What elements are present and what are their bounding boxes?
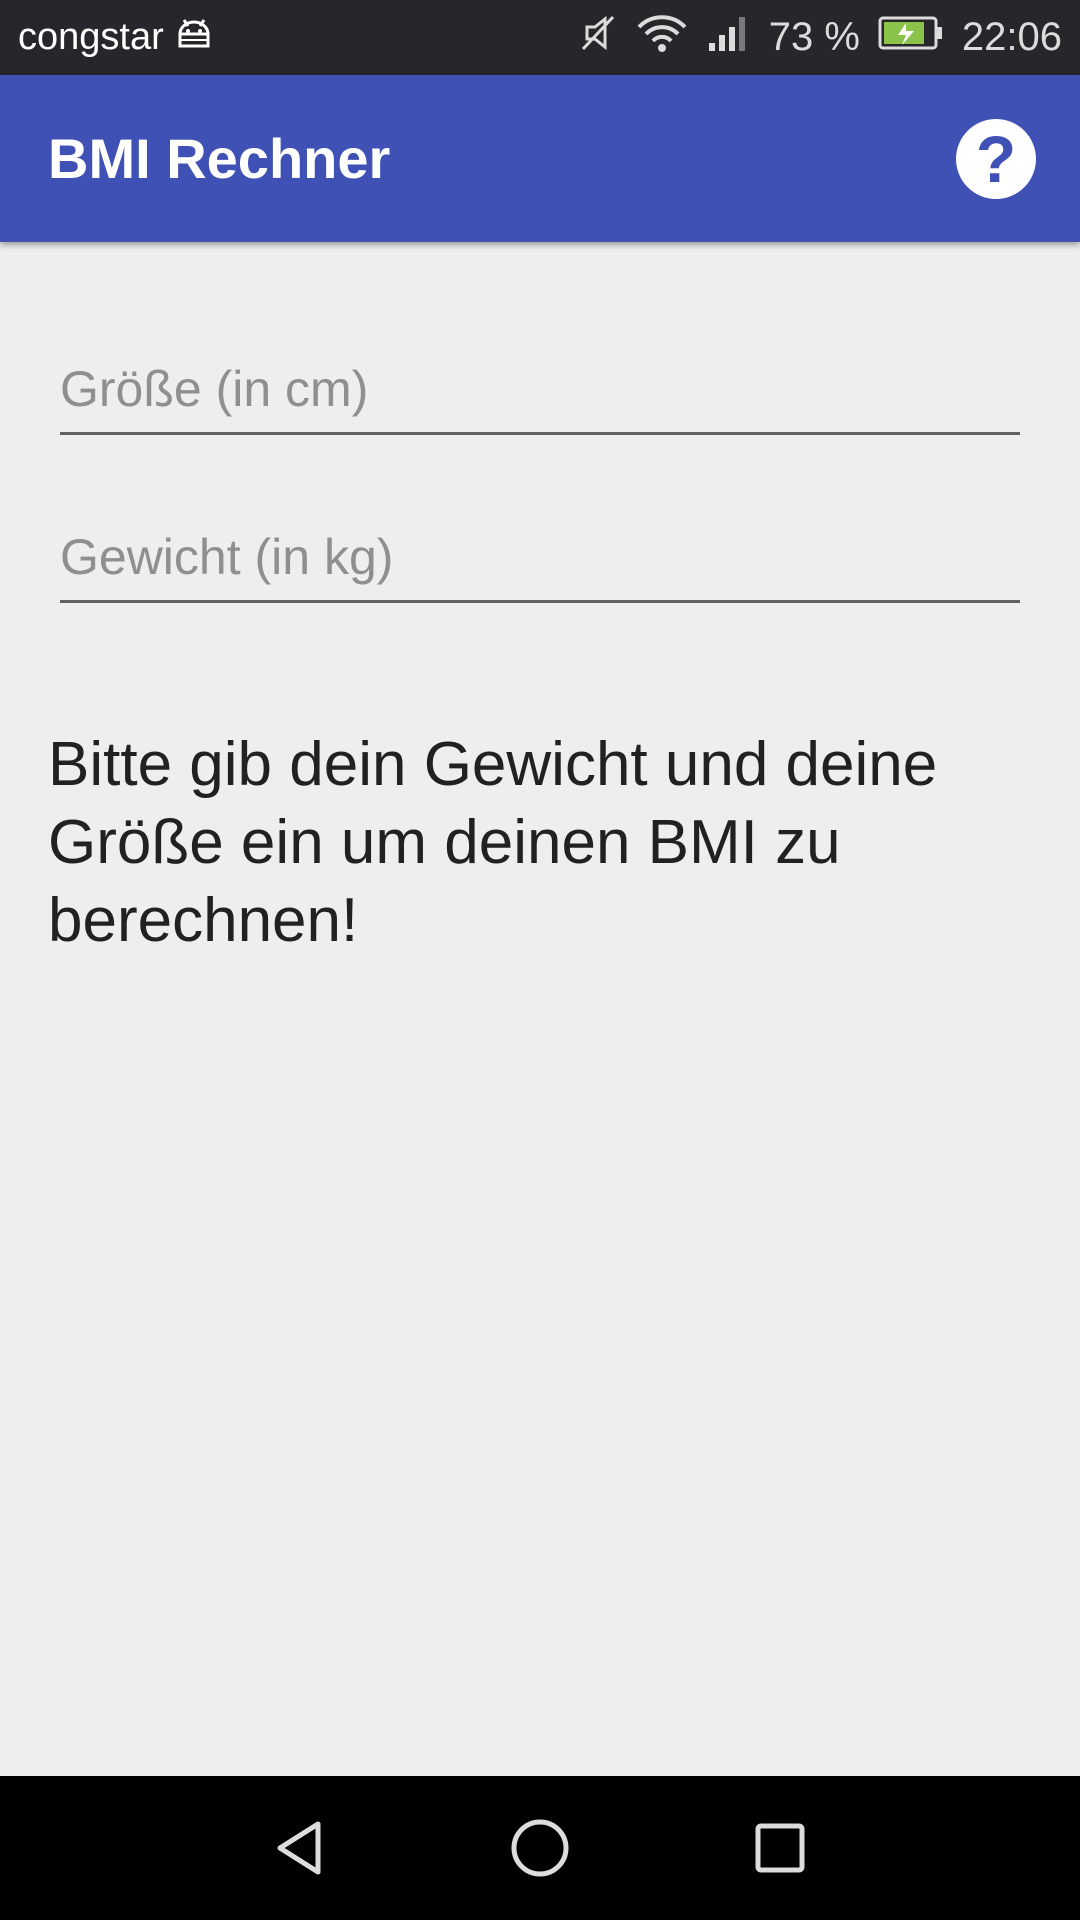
status-bar: congstar 73 % 22:06 xyxy=(0,0,1080,75)
weight-field[interactable] xyxy=(60,528,1020,603)
clock: 22:06 xyxy=(961,15,1062,59)
app-title: BMI Rechner xyxy=(48,127,391,190)
back-icon xyxy=(277,1821,321,1875)
height-field[interactable] xyxy=(60,360,1020,435)
home-icon xyxy=(511,1819,569,1877)
home-button[interactable] xyxy=(495,1803,585,1893)
carrier-name: congstar xyxy=(18,16,164,58)
battery-percent: 73 % xyxy=(768,15,860,59)
android-debug-icon xyxy=(174,16,214,60)
recents-icon xyxy=(755,1823,805,1873)
back-button[interactable] xyxy=(255,1803,345,1893)
signal-icon xyxy=(707,13,751,63)
navigation-bar xyxy=(0,1776,1080,1920)
recents-button[interactable] xyxy=(735,1803,825,1893)
app-bar: BMI Rechner ? xyxy=(0,75,1080,242)
wifi-icon xyxy=(635,13,689,63)
battery-charging-icon xyxy=(878,15,944,61)
instruction-message: Bitte gib dein Gewicht und deine Größe e… xyxy=(48,730,938,955)
help-button[interactable]: ? xyxy=(956,118,1036,199)
status-right: 73 % 22:06 xyxy=(579,13,1062,63)
mute-icon xyxy=(579,13,617,63)
weight-input[interactable] xyxy=(60,528,1020,600)
status-left: congstar xyxy=(18,16,214,60)
help-icon: ? xyxy=(975,121,1017,196)
height-input[interactable] xyxy=(60,360,1020,432)
